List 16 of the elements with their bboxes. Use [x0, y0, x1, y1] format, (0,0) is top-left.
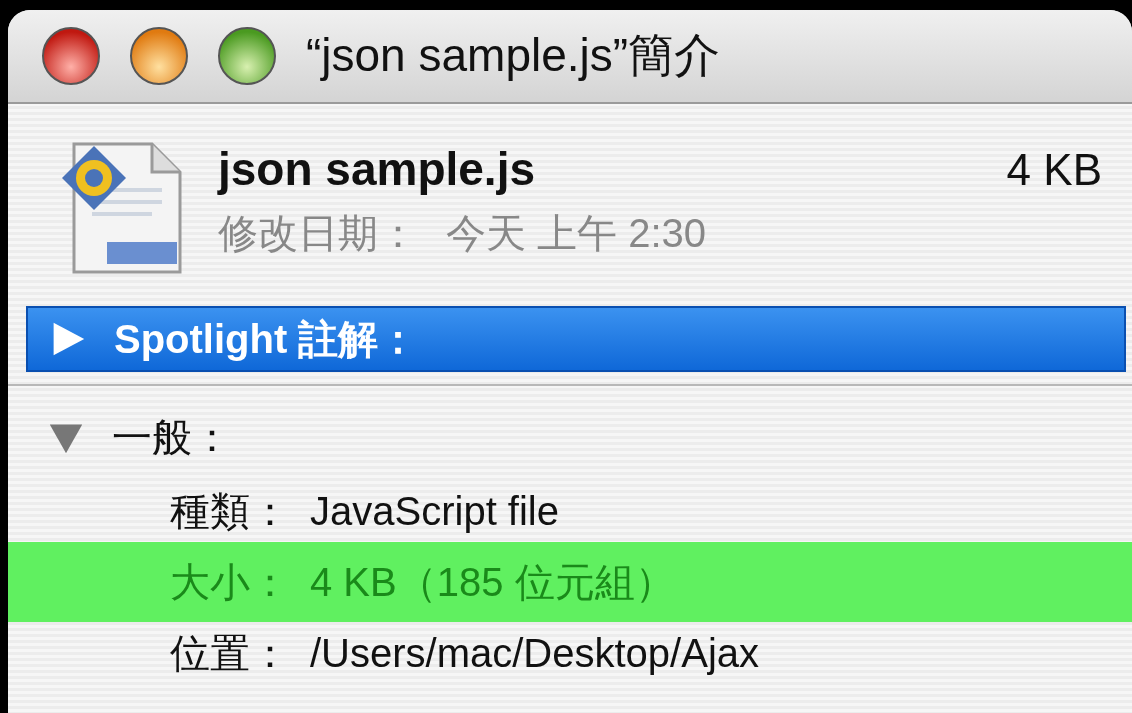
zoom-button[interactable]: [218, 27, 276, 85]
window-title: “json sample.js”簡介: [306, 28, 721, 83]
file-name: json sample.js: [218, 142, 535, 196]
modified-label: 修改日期：: [218, 210, 418, 257]
file-size: 4 KB: [1006, 145, 1102, 195]
field-value: JavaScript file: [310, 488, 559, 534]
section-header[interactable]: Spotlight 註解：: [26, 306, 1126, 372]
modified-date: 今天 上午 2:30: [446, 210, 707, 257]
field-label: 大小：: [169, 558, 291, 606]
field-label: 位置：: [169, 629, 291, 677]
minimize-button[interactable]: [130, 27, 188, 85]
field-label: 種類：: [169, 487, 291, 535]
field-value: 4 KB（185 位元組）: [310, 558, 675, 606]
section-header[interactable]: 一般：: [26, 406, 1126, 468]
close-button[interactable]: [42, 27, 100, 85]
field-value: /Users/mac/Desktop/Ajax: [310, 630, 760, 676]
